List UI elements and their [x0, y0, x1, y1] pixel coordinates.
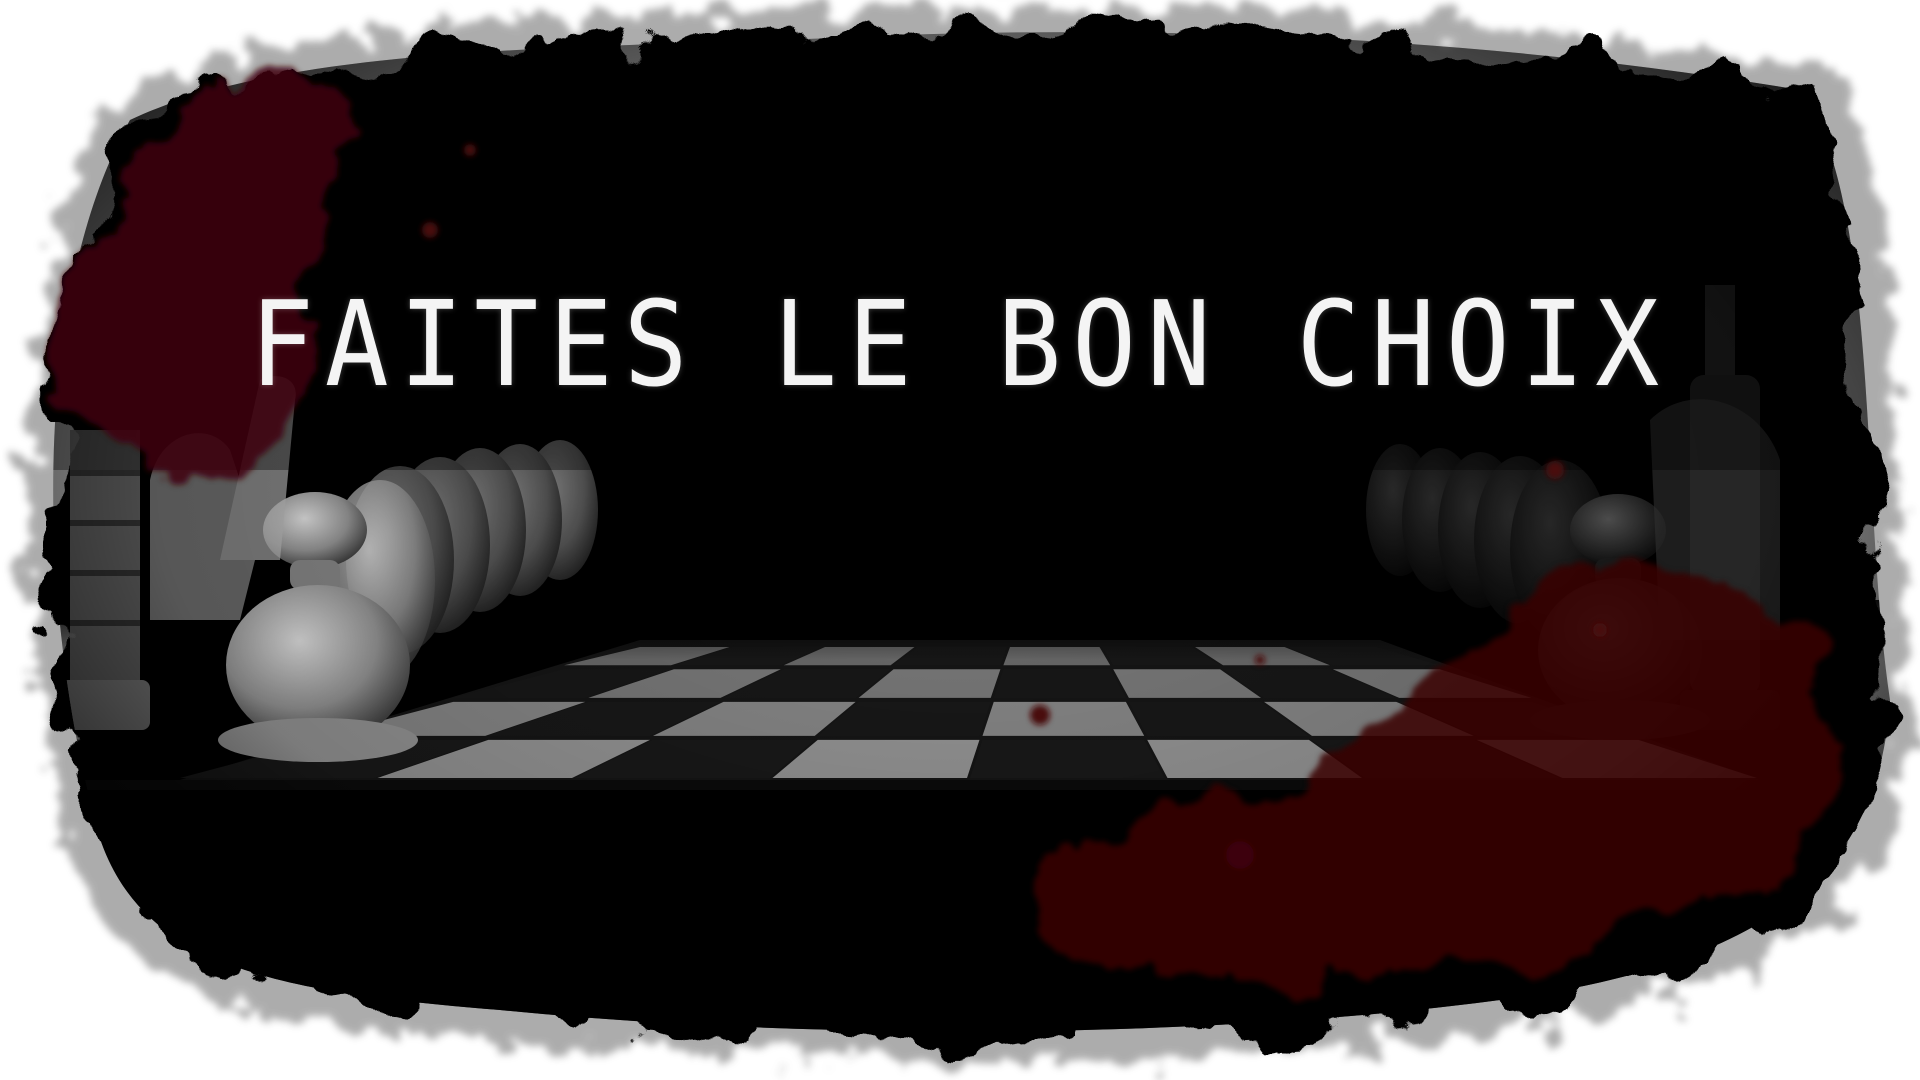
title-screen-art: [0, 0, 1920, 1080]
